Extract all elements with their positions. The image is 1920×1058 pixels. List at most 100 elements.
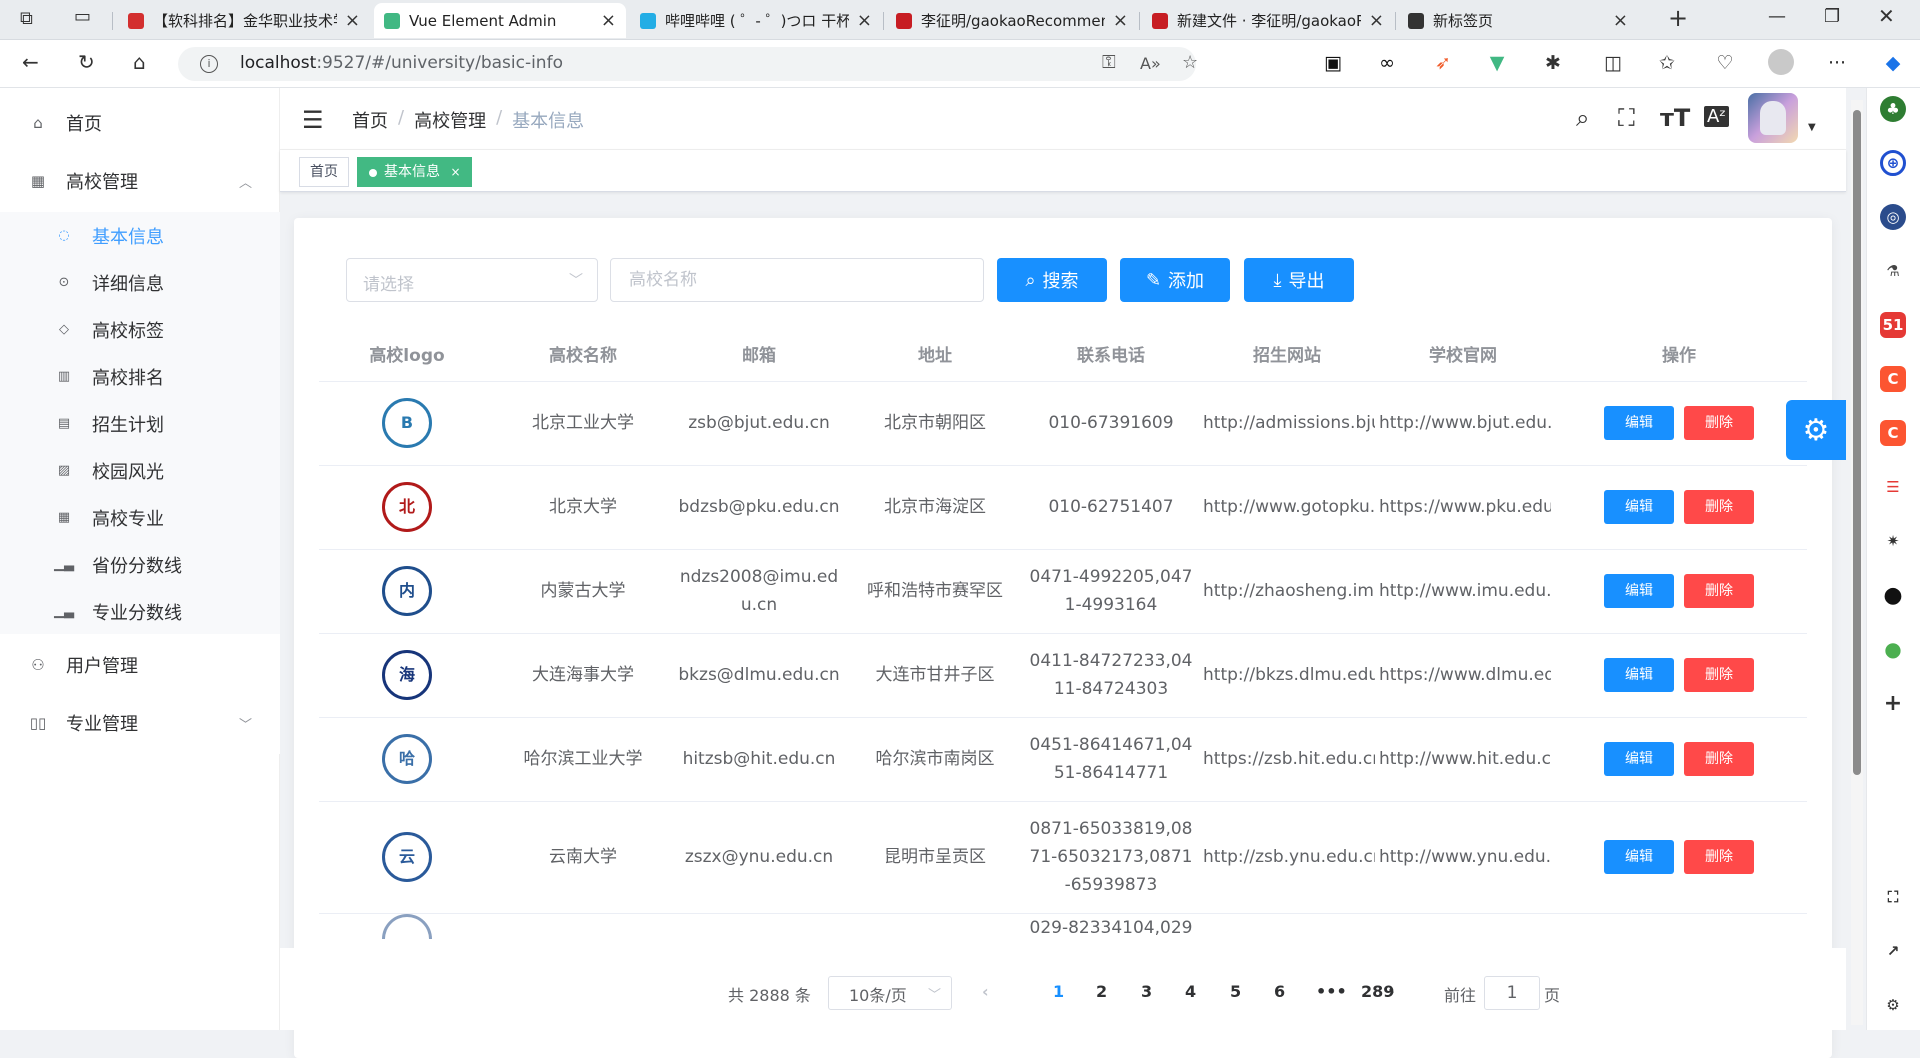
workspaces-icon[interactable]: ⧉	[20, 8, 33, 29]
search-icon[interactable]: ⌕	[1576, 104, 1589, 132]
stack-icon[interactable]: ☰	[1880, 474, 1906, 500]
edit-button[interactable]: 编辑	[1604, 742, 1674, 776]
delete-button[interactable]: 删除	[1684, 840, 1754, 874]
tag-home[interactable]: 首页	[299, 157, 349, 187]
breadcrumb-home[interactable]: 首页	[352, 107, 388, 133]
sidebar-subitem[interactable]: ▨ 校园风光	[0, 447, 280, 494]
scrollbar-thumb[interactable]	[1853, 110, 1861, 775]
tab-close-icon[interactable]: ×	[857, 10, 872, 31]
new-tab-icon[interactable]: +	[1668, 4, 1688, 32]
caret-down-icon[interactable]: ▼	[1808, 122, 1816, 133]
tag-close-icon[interactable]: ×	[450, 165, 460, 179]
hamburger-icon[interactable]: ☰	[302, 106, 324, 134]
type-select[interactable]: 请选择 ﹀	[346, 258, 598, 302]
breadcrumb-university[interactable]: 高校管理	[414, 107, 486, 133]
next-page-icon[interactable]: ›	[1388, 982, 1395, 1001]
refresh-icon[interactable]: ↻	[78, 50, 95, 74]
tab-close-icon[interactable]: ×	[601, 10, 616, 31]
search-button[interactable]: ⌕ 搜索	[997, 258, 1107, 302]
github-icon[interactable]: ●	[1880, 582, 1906, 608]
export-button[interactable]: ⤓ 导出	[1244, 258, 1354, 302]
infinity-extension-icon[interactable]: ∞	[1374, 51, 1400, 75]
tab-close-icon[interactable]: ×	[345, 10, 360, 31]
sidebar-subitem[interactable]: ⊙ 详细信息	[0, 259, 280, 306]
favorites-icon[interactable]: ✩	[1654, 51, 1680, 75]
sidebar-item-user-mgmt[interactable]: ⚇ 用户管理	[0, 634, 280, 696]
split-screen-icon[interactable]: ◫	[1600, 51, 1626, 75]
url-text[interactable]: localhost:9527/#/university/basic-info	[240, 53, 563, 73]
url-field[interactable]: i localhost:9527/#/university/basic-info…	[178, 47, 1198, 81]
read-aloud-icon[interactable]: A»	[1140, 54, 1161, 73]
browser-tab[interactable]: 哔哩哔哩 ( ゜- ゜)つロ 干杯~ ×	[630, 3, 882, 38]
goto-page-input[interactable]	[1484, 976, 1540, 1010]
fullscreen-icon[interactable]: ⛶	[1618, 104, 1635, 132]
extensions-puzzle-icon[interactable]: ✱	[1540, 51, 1566, 75]
sidebar-subitem[interactable]: ▦ 高校专业	[0, 494, 280, 541]
tab-close-icon[interactable]: ×	[1613, 10, 1628, 31]
tree-extension-icon[interactable]: ♣	[1880, 96, 1906, 122]
more-menu-icon[interactable]: ···	[1824, 51, 1850, 75]
page-number[interactable]: 4	[1185, 982, 1196, 1001]
copilot-icon[interactable]: ◆	[1880, 51, 1906, 75]
sidebar-subitem[interactable]: ▁▃ 专业分数线	[0, 588, 280, 635]
edit-button[interactable]: 编辑	[1604, 658, 1674, 692]
page-number[interactable]: 1	[1053, 982, 1064, 1001]
close-window-icon[interactable]: ✕	[1878, 4, 1895, 28]
delete-button[interactable]: 删除	[1684, 406, 1754, 440]
settings-icon[interactable]: ⚙	[1880, 992, 1906, 1018]
prev-page-icon[interactable]: ‹	[982, 982, 989, 1001]
avatar[interactable]	[1748, 93, 1798, 143]
sidebar-subitem[interactable]: ▤ 招生计划	[0, 400, 280, 447]
site-info-icon[interactable]: i	[200, 55, 218, 73]
sidebar-subitem[interactable]: ◇ 高校标签	[0, 306, 280, 353]
browser-essentials-icon[interactable]: ♡	[1712, 51, 1738, 75]
search-extension-icon[interactable]: ⊕	[1880, 150, 1906, 176]
add-panel-icon[interactable]: +	[1880, 690, 1906, 716]
csdn-icon[interactable]: C	[1880, 366, 1906, 392]
vue-devtools-icon[interactable]: ▼	[1484, 51, 1510, 75]
sidebar-item-university-mgmt[interactable]: ▦ 高校管理 ︿	[0, 150, 280, 212]
bug-icon[interactable]: ✷	[1880, 528, 1906, 554]
sidebar-subitem[interactable]: ▥ 高校排名	[0, 353, 280, 400]
add-button[interactable]: ✎ 添加	[1120, 258, 1230, 302]
browser-tab[interactable]: 新建文件 · 李征明/gaokaoRecommend ×	[1142, 3, 1394, 38]
edit-button[interactable]: 编辑	[1604, 406, 1674, 440]
key-icon[interactable]: ⚿	[1102, 52, 1116, 73]
edit-button[interactable]: 编辑	[1604, 490, 1674, 524]
leaf-icon[interactable]: ●	[1880, 636, 1906, 662]
open-external-icon[interactable]: ↗	[1880, 938, 1906, 964]
browser-tab[interactable]: 【软科排名】金华职业技术学院 ×	[118, 3, 370, 38]
maximize-icon[interactable]: ❐	[1824, 6, 1840, 27]
university-name-input[interactable]	[610, 258, 984, 302]
edit-button[interactable]: 编辑	[1604, 574, 1674, 608]
browser-tab[interactable]: Vue Element Admin ×	[374, 3, 626, 38]
home-icon[interactable]: ⌂	[133, 50, 146, 74]
page-scrollbar[interactable]	[1851, 100, 1863, 1025]
delete-button[interactable]: 删除	[1684, 658, 1754, 692]
page-number[interactable]: 6	[1274, 982, 1285, 1001]
tool-extension-icon[interactable]: ⚗	[1880, 258, 1906, 284]
language-icon[interactable]: Aᶻ	[1704, 106, 1729, 127]
page-number[interactable]: 3	[1141, 982, 1152, 1001]
font-size-icon[interactable]: тT	[1660, 104, 1690, 132]
tag-basic-info[interactable]: 基本信息 ×	[357, 157, 472, 187]
swift-extension-icon[interactable]: ➶	[1430, 51, 1456, 75]
page-size-select[interactable]: 10条/页 ﹀	[828, 976, 952, 1010]
delete-button[interactable]: 删除	[1684, 742, 1754, 776]
tab-actions-icon[interactable]: ▭	[74, 6, 91, 27]
page-number[interactable]: 5	[1230, 982, 1241, 1001]
favorite-star-icon[interactable]: ☆	[1182, 52, 1198, 73]
tab-close-icon[interactable]: ×	[1113, 10, 1128, 31]
settings-gear-button[interactable]: ⚙	[1786, 400, 1846, 460]
minimize-icon[interactable]: —	[1768, 6, 1786, 27]
sidebar-item-major-mgmt[interactable]: ▯▯ 专业管理 ﹀	[0, 692, 280, 754]
sidebar-subitem[interactable]: ◌ 基本信息	[0, 212, 280, 259]
screenshot-icon[interactable]: ⛶	[1880, 884, 1906, 910]
tab-close-icon[interactable]: ×	[1369, 10, 1384, 31]
edit-button[interactable]: 编辑	[1604, 840, 1674, 874]
delete-button[interactable]: 删除	[1684, 574, 1754, 608]
page-number[interactable]: 2	[1096, 982, 1107, 1001]
game-extension-icon[interactable]: ◎	[1880, 204, 1906, 230]
delete-button[interactable]: 删除	[1684, 490, 1754, 524]
back-icon[interactable]: ←	[22, 50, 39, 74]
